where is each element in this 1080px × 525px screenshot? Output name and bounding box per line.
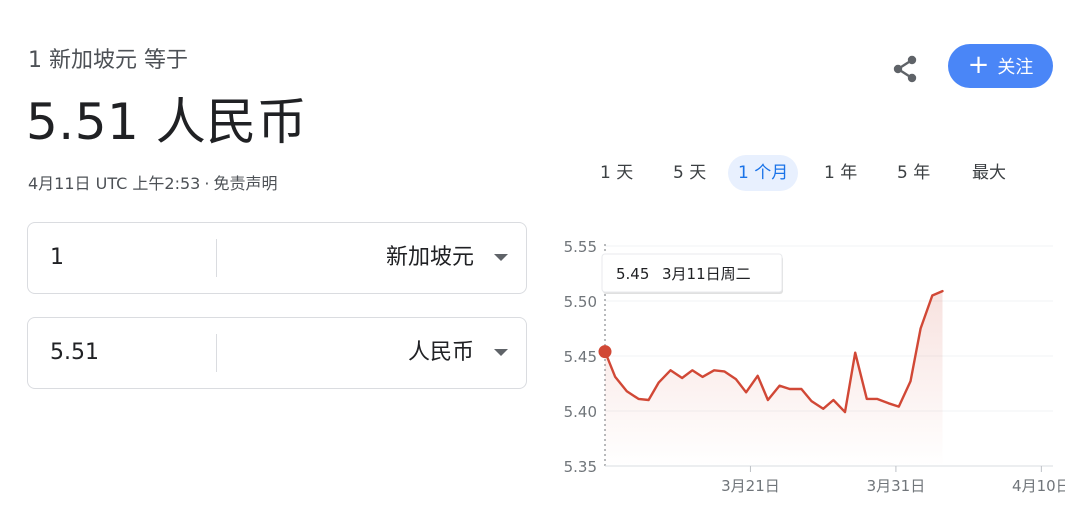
data-point [810, 400, 813, 403]
data-point [637, 397, 640, 400]
to-currency-select[interactable]: 人民币 [408, 318, 474, 388]
row-divider [216, 334, 217, 372]
plus-icon: + [967, 50, 990, 80]
range-tab-1m[interactable]: 1 个月 [728, 155, 799, 191]
data-point [657, 381, 660, 384]
highlight-point [598, 345, 612, 359]
x-tick-label: 3月31日 [867, 477, 926, 495]
conversion-subtitle: 1 新加坡元 等于 [28, 48, 188, 73]
y-tick-label: 5.50 [564, 293, 597, 311]
y-tick-label: 5.40 [564, 403, 597, 421]
follow-button[interactable]: + 关注 [948, 44, 1053, 88]
range-tab-5y[interactable]: 5 年 [887, 155, 940, 191]
tooltip-value: 5.45 [616, 265, 649, 283]
rate-meta: 4月11日 UTC 上午2:53 · 免责声明 [28, 170, 277, 194]
data-point [919, 327, 922, 330]
tooltip-date: 3月11日周二 [662, 265, 751, 283]
data-point [843, 411, 846, 414]
data-point [800, 387, 803, 390]
data-point [669, 369, 672, 372]
chevron-down-icon[interactable] [494, 254, 508, 261]
range-tab-max[interactable]: 最大 [962, 155, 1016, 191]
range-tab-1d[interactable]: 1 天 [590, 155, 643, 191]
row-divider [216, 239, 217, 277]
from-currency-select[interactable]: 新加坡元 [386, 223, 474, 293]
data-point [897, 405, 900, 408]
range-tab-5d[interactable]: 5 天 [663, 155, 716, 191]
y-tick-label: 5.35 [564, 458, 597, 476]
x-tick-label: 4月10日 [1012, 477, 1065, 495]
data-point [701, 375, 704, 378]
to-currency-row: 5.51 人民币 [27, 317, 527, 389]
data-point [766, 398, 769, 401]
data-point [865, 397, 868, 400]
x-tick-label: 3月21日 [721, 477, 780, 495]
data-point [941, 290, 944, 293]
data-point [822, 407, 825, 410]
data-point [691, 369, 694, 372]
follow-label: 关注 [997, 57, 1034, 78]
data-point [625, 390, 628, 393]
data-point [854, 351, 857, 354]
separator: · [204, 174, 210, 193]
exchange-rate-chart[interactable]: 5.55 5.50 5.45 5.40 5.35 3月21日 3月31日 4月10日 5.45 3… [540, 228, 1065, 508]
data-point [647, 398, 650, 401]
share-icon [893, 55, 917, 83]
share-button[interactable] [884, 48, 926, 90]
data-point [712, 369, 715, 372]
y-tick-label: 5.45 [564, 348, 597, 366]
from-currency-row: 1 新加坡元 [27, 222, 527, 294]
data-point [887, 402, 890, 405]
from-amount-input[interactable]: 1 [50, 223, 64, 293]
series-area [605, 291, 943, 466]
range-tab-1y[interactable]: 1 年 [814, 155, 867, 191]
data-point [744, 391, 747, 394]
data-point [931, 294, 934, 297]
data-point [734, 378, 737, 381]
to-amount-input[interactable]: 5.51 [50, 318, 99, 388]
data-point [875, 397, 878, 400]
data-point [723, 370, 726, 373]
chevron-down-icon[interactable] [494, 349, 508, 356]
data-point [614, 375, 617, 378]
exchange-rate-headline: 5.51 人民币 [26, 93, 308, 151]
data-point [756, 374, 759, 377]
data-point [778, 384, 781, 387]
y-tick-label: 5.55 [564, 238, 597, 256]
data-point [788, 387, 791, 390]
data-point [680, 376, 683, 379]
disclaimer-link[interactable]: 免责声明 [213, 174, 277, 193]
data-point [832, 398, 835, 401]
data-point [909, 380, 912, 383]
timestamp: 4月11日 UTC 上午2:53 [28, 174, 201, 193]
